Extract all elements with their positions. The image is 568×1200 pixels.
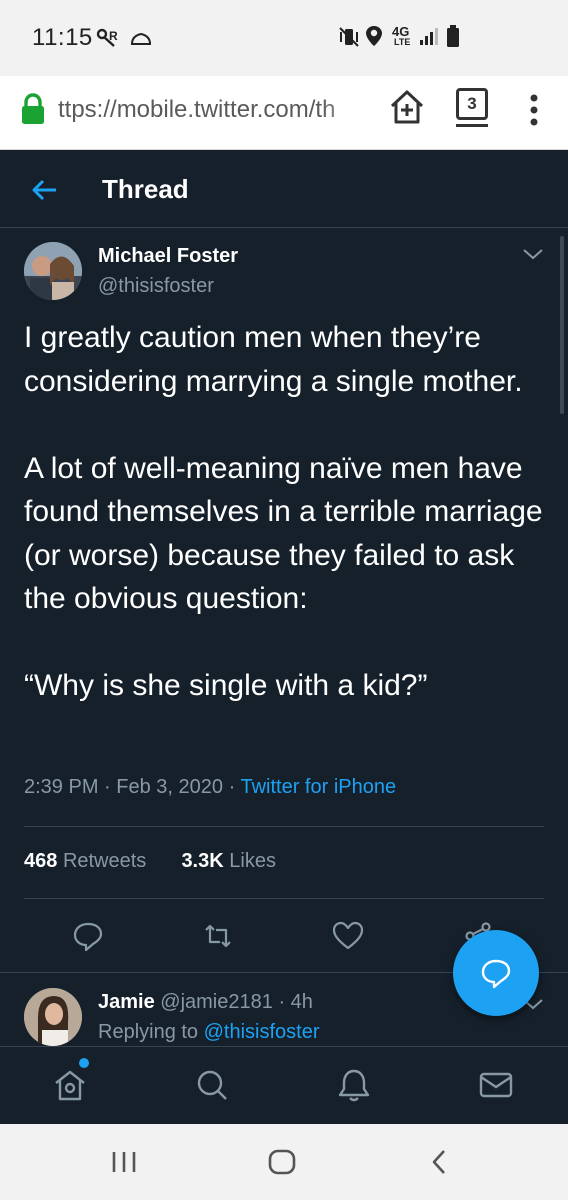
reply-age: 4h bbox=[290, 991, 313, 1013]
reply-header: Jamie @jamie2181 · 4h bbox=[98, 991, 313, 1014]
tweet-text: I greatly caution men when they’re consi… bbox=[24, 321, 543, 702]
search-icon[interactable] bbox=[194, 1067, 230, 1103]
add-to-home-icon[interactable] bbox=[388, 88, 426, 126]
battery-icon bbox=[447, 25, 459, 47]
vpn-key-icon: R bbox=[96, 28, 118, 47]
tweet-source-link[interactable]: Twitter for iPhone bbox=[240, 776, 396, 798]
reply-icon[interactable] bbox=[72, 920, 104, 952]
address-bar-fade bbox=[322, 90, 374, 130]
retweet-icon[interactable] bbox=[202, 920, 234, 952]
home-button-icon[interactable] bbox=[266, 1146, 298, 1178]
retweets-label: Retweets bbox=[62, 850, 147, 872]
notifications-icon[interactable] bbox=[336, 1067, 372, 1103]
likes-count: 3.3K bbox=[181, 850, 224, 872]
reply-separator: · bbox=[278, 991, 286, 1013]
author-name[interactable]: Michael Foster bbox=[98, 245, 238, 268]
author-handle[interactable]: @thisisfoster bbox=[98, 275, 214, 298]
tweet-date: Feb 3, 2020 bbox=[116, 776, 224, 798]
location-icon bbox=[366, 26, 382, 46]
reply-author-name[interactable]: Jamie bbox=[98, 991, 155, 1013]
back-arrow-icon[interactable] bbox=[26, 172, 62, 208]
page-title: Thread bbox=[102, 174, 189, 204]
replying-to-prefix: Replying to bbox=[98, 1021, 199, 1043]
retweets-stat[interactable]: 468 Retweets bbox=[24, 850, 146, 872]
replying-to-line: Replying to @thisisfoster bbox=[98, 1021, 320, 1044]
like-icon[interactable] bbox=[332, 920, 364, 952]
back-icon[interactable] bbox=[424, 1146, 456, 1178]
tabs-icon-underline bbox=[456, 124, 488, 127]
status-bar: 11:15 R 4G LTE bbox=[0, 0, 568, 76]
overflow-menu-icon[interactable] bbox=[526, 92, 542, 128]
thread-header: Thread bbox=[0, 150, 568, 228]
author-avatar[interactable] bbox=[24, 242, 82, 300]
browser-toolbar: ttps://mobile.twitter.com/th 3 bbox=[0, 76, 568, 150]
scrollbar[interactable] bbox=[560, 236, 564, 414]
replying-to-mention[interactable]: @thisisfoster bbox=[204, 1021, 320, 1043]
divider bbox=[24, 826, 544, 827]
messages-icon[interactable] bbox=[478, 1067, 514, 1103]
svg-text:R: R bbox=[109, 29, 118, 43]
likes-stat[interactable]: 3.3K Likes bbox=[181, 850, 276, 872]
tabs-count-button[interactable]: 3 bbox=[456, 88, 488, 120]
tweet-meta: 2:39 PM · Feb 3, 2020 · Twitter for iPho… bbox=[24, 776, 396, 799]
chevron-down-icon[interactable] bbox=[520, 246, 546, 262]
tweet-time: 2:39 PM bbox=[24, 776, 99, 798]
reply-author-handle[interactable]: @jamie2181 bbox=[160, 991, 273, 1013]
cloud-icon bbox=[130, 32, 152, 45]
tweet-stats: 468 Retweets 3.3K Likes bbox=[24, 850, 276, 873]
vibrate-mute-icon bbox=[339, 27, 359, 47]
signal-icon bbox=[420, 28, 438, 45]
likes-label: Likes bbox=[229, 850, 276, 872]
recents-icon[interactable] bbox=[108, 1146, 140, 1178]
meta-separator: · bbox=[228, 776, 236, 798]
reply-avatar[interactable] bbox=[24, 988, 82, 1046]
android-nav-bar bbox=[0, 1124, 568, 1200]
home-unread-dot bbox=[79, 1058, 89, 1068]
divider bbox=[24, 898, 544, 899]
compose-reply-button[interactable] bbox=[453, 930, 539, 1016]
meta-separator: · bbox=[104, 776, 111, 798]
network-subtype: LTE bbox=[394, 37, 411, 47]
status-time: 11:15 bbox=[32, 24, 93, 51]
home-icon[interactable] bbox=[52, 1067, 88, 1103]
compose-reply-icon bbox=[481, 959, 511, 989]
lock-icon[interactable] bbox=[20, 93, 46, 125]
retweets-count: 468 bbox=[24, 850, 58, 872]
